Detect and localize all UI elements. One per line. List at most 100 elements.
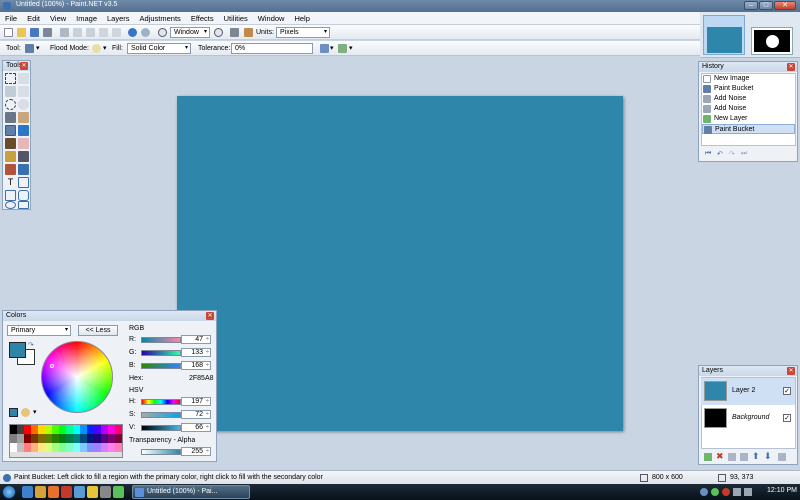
line-curve-icon[interactable] [18,177,29,188]
close-icon[interactable]: ✕ [787,367,795,375]
quicklaunch-app-icon[interactable] [100,486,111,498]
green-value-field[interactable]: 133 [181,348,211,357]
hue-slider[interactable] [141,399,181,405]
copy-icon[interactable] [73,28,82,37]
taskbar-clock[interactable]: 12:10 PM [767,487,797,494]
pan-icon[interactable] [18,112,29,123]
lasso-icon[interactable] [5,86,16,97]
ruler-icon[interactable] [244,28,253,37]
value-slider[interactable] [141,425,181,431]
blue-value-field[interactable]: 168 [181,361,211,370]
saturation-slider[interactable] [141,412,181,418]
open-icon[interactable] [17,28,26,37]
eraser-icon[interactable] [18,138,29,149]
rounded-rectangle-icon[interactable] [18,190,29,201]
pencil-icon[interactable] [5,151,16,162]
menu-effects[interactable]: Effects [186,12,219,25]
network-icon[interactable] [733,488,741,496]
quicklaunch-app-icon[interactable] [87,486,98,498]
quicklaunch-app-icon[interactable] [113,486,124,498]
red-value-field[interactable]: 47 [181,335,211,344]
merge-layer-icon[interactable] [740,453,748,461]
paint-bucket-icon[interactable] [5,125,16,136]
units-select[interactable]: Pixels ▾ [276,27,330,38]
delete-layer-icon[interactable]: ✖ [716,452,724,461]
color-wheel[interactable] [41,341,113,413]
redo-icon[interactable]: ↷ [729,150,735,158]
fast-forward-icon[interactable]: ⏭ [741,150,747,158]
menu-image[interactable]: Image [71,12,102,25]
image-tab-untitled[interactable] [703,15,745,55]
image-tab-other[interactable] [751,27,793,55]
value-value-field[interactable]: 66 [181,423,211,432]
undo-icon[interactable]: ↶ [717,150,723,158]
saturation-value-field[interactable]: 72 [181,410,211,419]
palette-menu-icon[interactable] [21,408,30,417]
menu-utilities[interactable]: Utilities [219,12,253,25]
blend-mode-icon[interactable] [338,44,347,53]
menu-edit[interactable]: Edit [22,12,45,25]
rewind-icon[interactable]: ⏮ [705,150,711,158]
history-item[interactable]: New Image [702,74,795,84]
tolerance-slider[interactable]: 0% [231,43,313,54]
chevron-down-icon[interactable]: ▾ [36,44,40,53]
ellipse-select-icon[interactable] [5,99,16,110]
ellipse-icon[interactable] [5,201,16,209]
gradient-icon[interactable] [18,125,29,136]
layer-properties-icon[interactable] [778,453,786,461]
hue-value-field[interactable]: 197 [181,397,211,406]
layer-visibility-checkbox[interactable]: ✓ [783,414,791,422]
zoom-icon[interactable] [158,28,167,37]
crop-icon[interactable] [99,28,108,37]
clone-stamp-icon[interactable] [5,164,16,175]
minimize-button[interactable]: – [744,1,758,10]
menu-help[interactable]: Help [289,12,314,25]
paintbrush-icon[interactable] [5,138,16,149]
chevron-down-icon[interactable]: ▾ [330,44,334,53]
history-item[interactable]: Add Noise [702,104,795,114]
quicklaunch-app-icon[interactable] [74,486,85,498]
taskbar-paintnet-button[interactable]: Untitled (100%) - Pai... [132,485,250,499]
maximize-button[interactable]: □ [759,1,773,10]
palette-primary-icon[interactable] [9,408,18,417]
move-selected-icon[interactable] [18,73,29,84]
color-mode-select[interactable]: Primary ▾ [7,325,71,336]
paint-bucket-tool-icon[interactable] [25,44,34,53]
close-icon[interactable]: ✕ [787,63,795,71]
save-icon[interactable] [30,28,39,37]
layer-row-selected[interactable]: Layer 2 ✓ [701,378,795,405]
chevron-down-icon[interactable]: ▾ [103,44,107,53]
volume-icon[interactable] [744,488,752,496]
antialiasing-icon[interactable] [320,44,329,53]
zoom-in-icon[interactable] [214,28,223,37]
menu-view[interactable]: View [45,12,71,25]
history-item-selected[interactable]: Paint Bucket [702,124,795,134]
blue-slider[interactable] [141,363,181,369]
grid-icon[interactable] [230,28,239,37]
layer-visibility-checkbox[interactable]: ✓ [783,387,791,395]
close-icon[interactable]: ✕ [20,62,28,70]
duplicate-layer-icon[interactable] [728,453,736,461]
history-item[interactable]: Add Noise [702,94,795,104]
history-item[interactable]: Paint Bucket [702,84,795,94]
color-palette[interactable] [9,424,123,458]
hex-value-field[interactable]: 2F85A8 [189,375,214,382]
zoom-tool-icon[interactable] [18,99,29,110]
alpha-value-field[interactable]: 255 [181,447,211,456]
quicklaunch-folder-icon[interactable] [35,486,46,498]
cut-icon[interactable] [60,28,69,37]
tray-icon[interactable] [722,488,730,496]
chevron-down-icon[interactable]: ▾ [33,408,37,416]
tray-icon[interactable] [700,488,708,496]
quicklaunch-app-icon[interactable] [61,486,72,498]
image-canvas[interactable] [177,96,623,431]
add-layer-icon[interactable] [704,453,712,461]
fill-select[interactable]: Solid Color ▾ [127,43,191,54]
paste-icon[interactable] [86,28,95,37]
quicklaunch-firefox-icon[interactable] [48,486,59,498]
layer-row[interactable]: Background ✓ [701,405,795,432]
text-icon[interactable]: T [5,177,16,188]
move-layer-up-icon[interactable]: ⬆ [752,451,760,462]
recolor-icon[interactable] [18,164,29,175]
alpha-slider[interactable] [141,449,181,455]
